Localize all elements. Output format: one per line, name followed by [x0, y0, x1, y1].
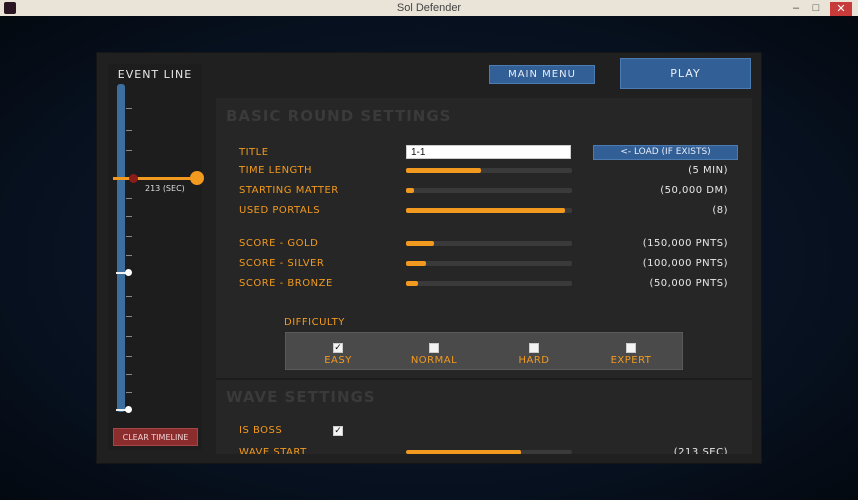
time-length-slider[interactable] — [406, 168, 572, 173]
starting-matter-slider[interactable] — [406, 188, 572, 193]
clear-timeline-button[interactable]: CLEAR TIMELINE — [113, 428, 198, 446]
is-boss-checkbox[interactable]: ✓ — [333, 426, 343, 436]
starting-matter-label: STARTING MATTER — [239, 185, 339, 196]
score-bronze-slider[interactable] — [406, 281, 572, 286]
slider-fill — [406, 188, 415, 193]
tick-mark — [126, 150, 132, 151]
window-titlebar: Sol Defender – □ ✕ — [0, 0, 858, 16]
tick-mark — [126, 374, 132, 375]
starting-matter-value: (50,000 DM) — [660, 185, 728, 196]
title-label: TITLE — [239, 147, 269, 158]
tick-mark — [126, 198, 132, 199]
slider-fill — [406, 450, 521, 454]
slider-fill — [406, 281, 418, 286]
difficulty-expert[interactable]: EXPERT — [591, 333, 671, 369]
difficulty-selector: ✓ EASY NORMAL HARD EXPERT — [285, 332, 683, 370]
tick-mark — [126, 216, 132, 217]
difficulty-hard[interactable]: HARD — [494, 333, 574, 369]
used-portals-label: USED PORTALS — [239, 205, 321, 216]
used-portals-value: (8) — [712, 205, 728, 216]
position-label: 213 (SEC) — [145, 184, 185, 193]
tick-mark — [126, 255, 132, 256]
difficulty-label: DIFFICULTY — [284, 317, 345, 328]
tick-mark — [126, 296, 132, 297]
tick-mark — [126, 108, 132, 109]
difficulty-normal[interactable]: NORMAL — [394, 333, 474, 369]
score-gold-value: (150,000 PNTS) — [642, 238, 728, 249]
wave-start-value: (213 SEC) — [673, 447, 728, 454]
difficulty-easy[interactable]: ✓ EASY — [298, 333, 378, 369]
timeline-handle[interactable] — [190, 171, 204, 185]
score-silver-label: SCORE - SILVER — [239, 258, 325, 269]
tick-mark — [126, 130, 132, 131]
wave-settings-title: WAVE SETTINGS — [226, 388, 376, 406]
score-gold-label: SCORE - GOLD — [239, 238, 319, 249]
score-bronze-label: SCORE - BRONZE — [239, 278, 333, 289]
time-length-label: TIME LENGTH — [239, 165, 313, 176]
expert-label: EXPERT — [610, 355, 652, 366]
main-menu-button[interactable]: MAIN MENU — [489, 65, 595, 84]
event-line-title: EVENT LINE — [117, 68, 193, 81]
play-button[interactable]: PLAY — [620, 58, 751, 89]
current-position-line — [113, 177, 199, 180]
easy-label: EASY — [324, 355, 352, 366]
normal-checkbox[interactable] — [429, 343, 439, 353]
tick-mark — [126, 356, 132, 357]
basic-round-settings-title: BASIC ROUND SETTINGS — [226, 107, 452, 125]
hard-label: HARD — [518, 355, 550, 366]
close-icon[interactable]: ✕ — [830, 1, 852, 16]
maximize-icon[interactable]: □ — [810, 0, 822, 16]
current-wave-marker[interactable] — [129, 174, 138, 183]
minimize-icon[interactable]: – — [790, 0, 802, 16]
is-boss-label: IS BOSS — [239, 425, 283, 436]
tick-mark — [126, 392, 132, 393]
slider-fill — [406, 208, 566, 213]
app-icon — [4, 2, 16, 14]
slider-fill — [406, 241, 435, 246]
window-title: Sol Defender — [396, 2, 462, 14]
section-divider — [216, 378, 752, 380]
time-length-value: (5 MIN) — [688, 165, 728, 176]
score-gold-slider[interactable] — [406, 241, 572, 246]
tick-mark — [126, 336, 132, 337]
load-button[interactable]: <- LOAD (IF EXISTS) — [593, 145, 738, 160]
window-controls: – □ ✕ — [790, 0, 852, 16]
slider-fill — [406, 261, 426, 266]
tick-mark — [126, 236, 132, 237]
score-bronze-value: (50,000 PNTS) — [649, 278, 728, 289]
title-input[interactable] — [406, 145, 571, 159]
wave-marker[interactable] — [125, 406, 132, 413]
expert-checkbox[interactable] — [626, 343, 636, 353]
wave-start-slider[interactable] — [406, 450, 572, 454]
tick-mark — [126, 316, 132, 317]
used-portals-slider[interactable] — [406, 208, 572, 213]
slider-fill — [406, 168, 481, 173]
normal-label: NORMAL — [410, 355, 458, 366]
wave-start-label: WAVE START — [239, 447, 307, 454]
easy-checkbox[interactable]: ✓ — [333, 343, 343, 353]
event-line-track[interactable] — [117, 84, 125, 412]
score-silver-value: (100,000 PNTS) — [642, 258, 728, 269]
hard-checkbox[interactable] — [529, 343, 539, 353]
wave-marker[interactable] — [125, 269, 132, 276]
score-silver-slider[interactable] — [406, 261, 572, 266]
